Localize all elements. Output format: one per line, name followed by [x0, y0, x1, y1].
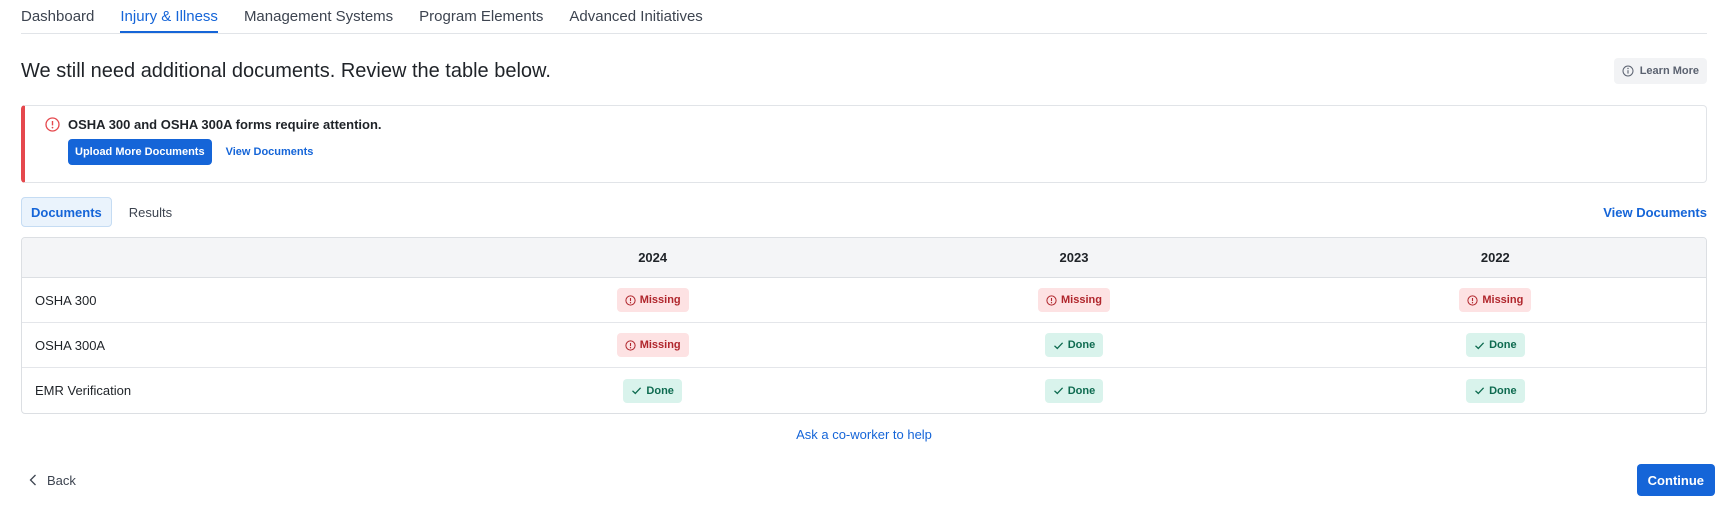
alert-circle-icon: [625, 339, 636, 351]
tab-management-systems[interactable]: Management Systems: [244, 8, 393, 33]
tab-program-elements[interactable]: Program Elements: [419, 8, 543, 33]
check-icon: [1474, 340, 1485, 351]
status-badge-done: Done: [1466, 378, 1525, 403]
status-badge-missing: Missing: [616, 288, 689, 312]
subtab-results[interactable]: Results: [119, 197, 182, 227]
status-badge-missing: Missing: [1459, 288, 1532, 312]
column-header-year: 2024: [638, 250, 668, 265]
subtab-documents[interactable]: Documents: [21, 197, 112, 227]
status-label: Missing: [639, 294, 681, 306]
status-cell: Done: [863, 333, 1284, 357]
table-row: OSHA 300 Missing Missing Missing: [22, 278, 1706, 323]
top-nav: Dashboard Injury & Illness Management Sy…: [21, 0, 1707, 34]
row-label: OSHA 300A: [35, 337, 106, 353]
back-button[interactable]: Back: [21, 473, 76, 488]
status-cell: Done: [442, 378, 863, 403]
table-header: 2024 2023 2022: [22, 238, 1706, 278]
status-label: Done: [1067, 384, 1096, 397]
heading-row: We still need additional documents. Revi…: [21, 52, 1707, 90]
check-icon: [1474, 385, 1485, 396]
status-label: Missing: [1482, 294, 1524, 306]
learn-more-label: Learn More: [1639, 65, 1699, 77]
check-icon: [1053, 340, 1064, 351]
alert-view-documents-link[interactable]: View Documents: [226, 146, 314, 158]
row-label: OSHA 300: [35, 292, 97, 308]
tab-dashboard[interactable]: Dashboard: [21, 8, 94, 33]
status-badge-missing: Missing: [1038, 288, 1110, 312]
status-cell: Done: [1285, 378, 1706, 403]
continue-button[interactable]: Continue: [1636, 464, 1715, 496]
check-icon: [631, 385, 642, 396]
row-label: EMR Verification: [35, 383, 132, 398]
status-label: Done: [646, 384, 674, 397]
info-icon: [1622, 65, 1634, 77]
table-body: OSHA 300 Missing Missing Missing OSHA 300A Mi…: [22, 278, 1706, 413]
alert-circle-icon: [45, 117, 60, 132]
table-row: OSHA 300A Missing Done Done: [22, 323, 1706, 368]
alert-circle-icon: [1467, 294, 1478, 306]
subtabs-row: Documents Results View Documents: [21, 197, 1707, 227]
table-row: EMR Verification Done Done Done: [22, 368, 1706, 413]
status-label: Missing: [1061, 294, 1102, 306]
status-cell: Missing: [863, 288, 1284, 312]
page: Dashboard Injury & Illness Management Sy…: [0, 0, 1728, 524]
page-title: We still need additional documents. Revi…: [21, 59, 551, 82]
ask-coworker-link[interactable]: Ask a co-worker to help: [21, 427, 1707, 442]
tab-advanced-initiatives[interactable]: Advanced Initiatives: [569, 8, 702, 33]
column-header-year: 2022: [1480, 250, 1510, 265]
status-badge-done: Done: [1044, 333, 1104, 357]
status-cell: Missing: [442, 333, 863, 357]
subtabs: Documents Results: [21, 197, 182, 227]
status-label: Done: [1489, 384, 1517, 397]
status-label: Done: [1067, 339, 1096, 351]
documents-table: 2024 2023 2022 OSHA 300 Missing Missing Mis…: [21, 237, 1707, 414]
column-header-year: 2023: [1059, 250, 1089, 265]
status-badge-done: Done: [623, 378, 682, 403]
back-label: Back: [47, 472, 76, 488]
view-documents-link[interactable]: View Documents: [1603, 205, 1707, 220]
tab-injury-illness[interactable]: Injury & Illness: [120, 8, 218, 33]
check-icon: [1053, 385, 1064, 396]
alert-circle-icon: [1046, 294, 1057, 306]
attention-alert: OSHA 300 and OSHA 300A forms require att…: [21, 105, 1707, 183]
status-label: Missing: [639, 339, 681, 351]
learn-more-button[interactable]: Learn More: [1613, 58, 1707, 84]
status-cell: Done: [863, 378, 1284, 403]
status-badge-missing: Missing: [616, 333, 689, 357]
alert-message: OSHA 300 and OSHA 300A forms require att…: [68, 117, 382, 132]
status-cell: Missing: [442, 288, 863, 312]
status-badge-done: Done: [1466, 333, 1525, 357]
status-label: Done: [1489, 339, 1517, 351]
upload-more-documents-button[interactable]: Upload More Documents: [68, 139, 212, 165]
status-cell: Done: [1285, 333, 1706, 357]
footer: Back Continue: [21, 464, 1715, 496]
chevron-left-icon: [29, 474, 37, 486]
alert-circle-icon: [625, 294, 636, 306]
status-cell: Missing: [1285, 288, 1706, 312]
status-badge-done: Done: [1044, 378, 1104, 403]
